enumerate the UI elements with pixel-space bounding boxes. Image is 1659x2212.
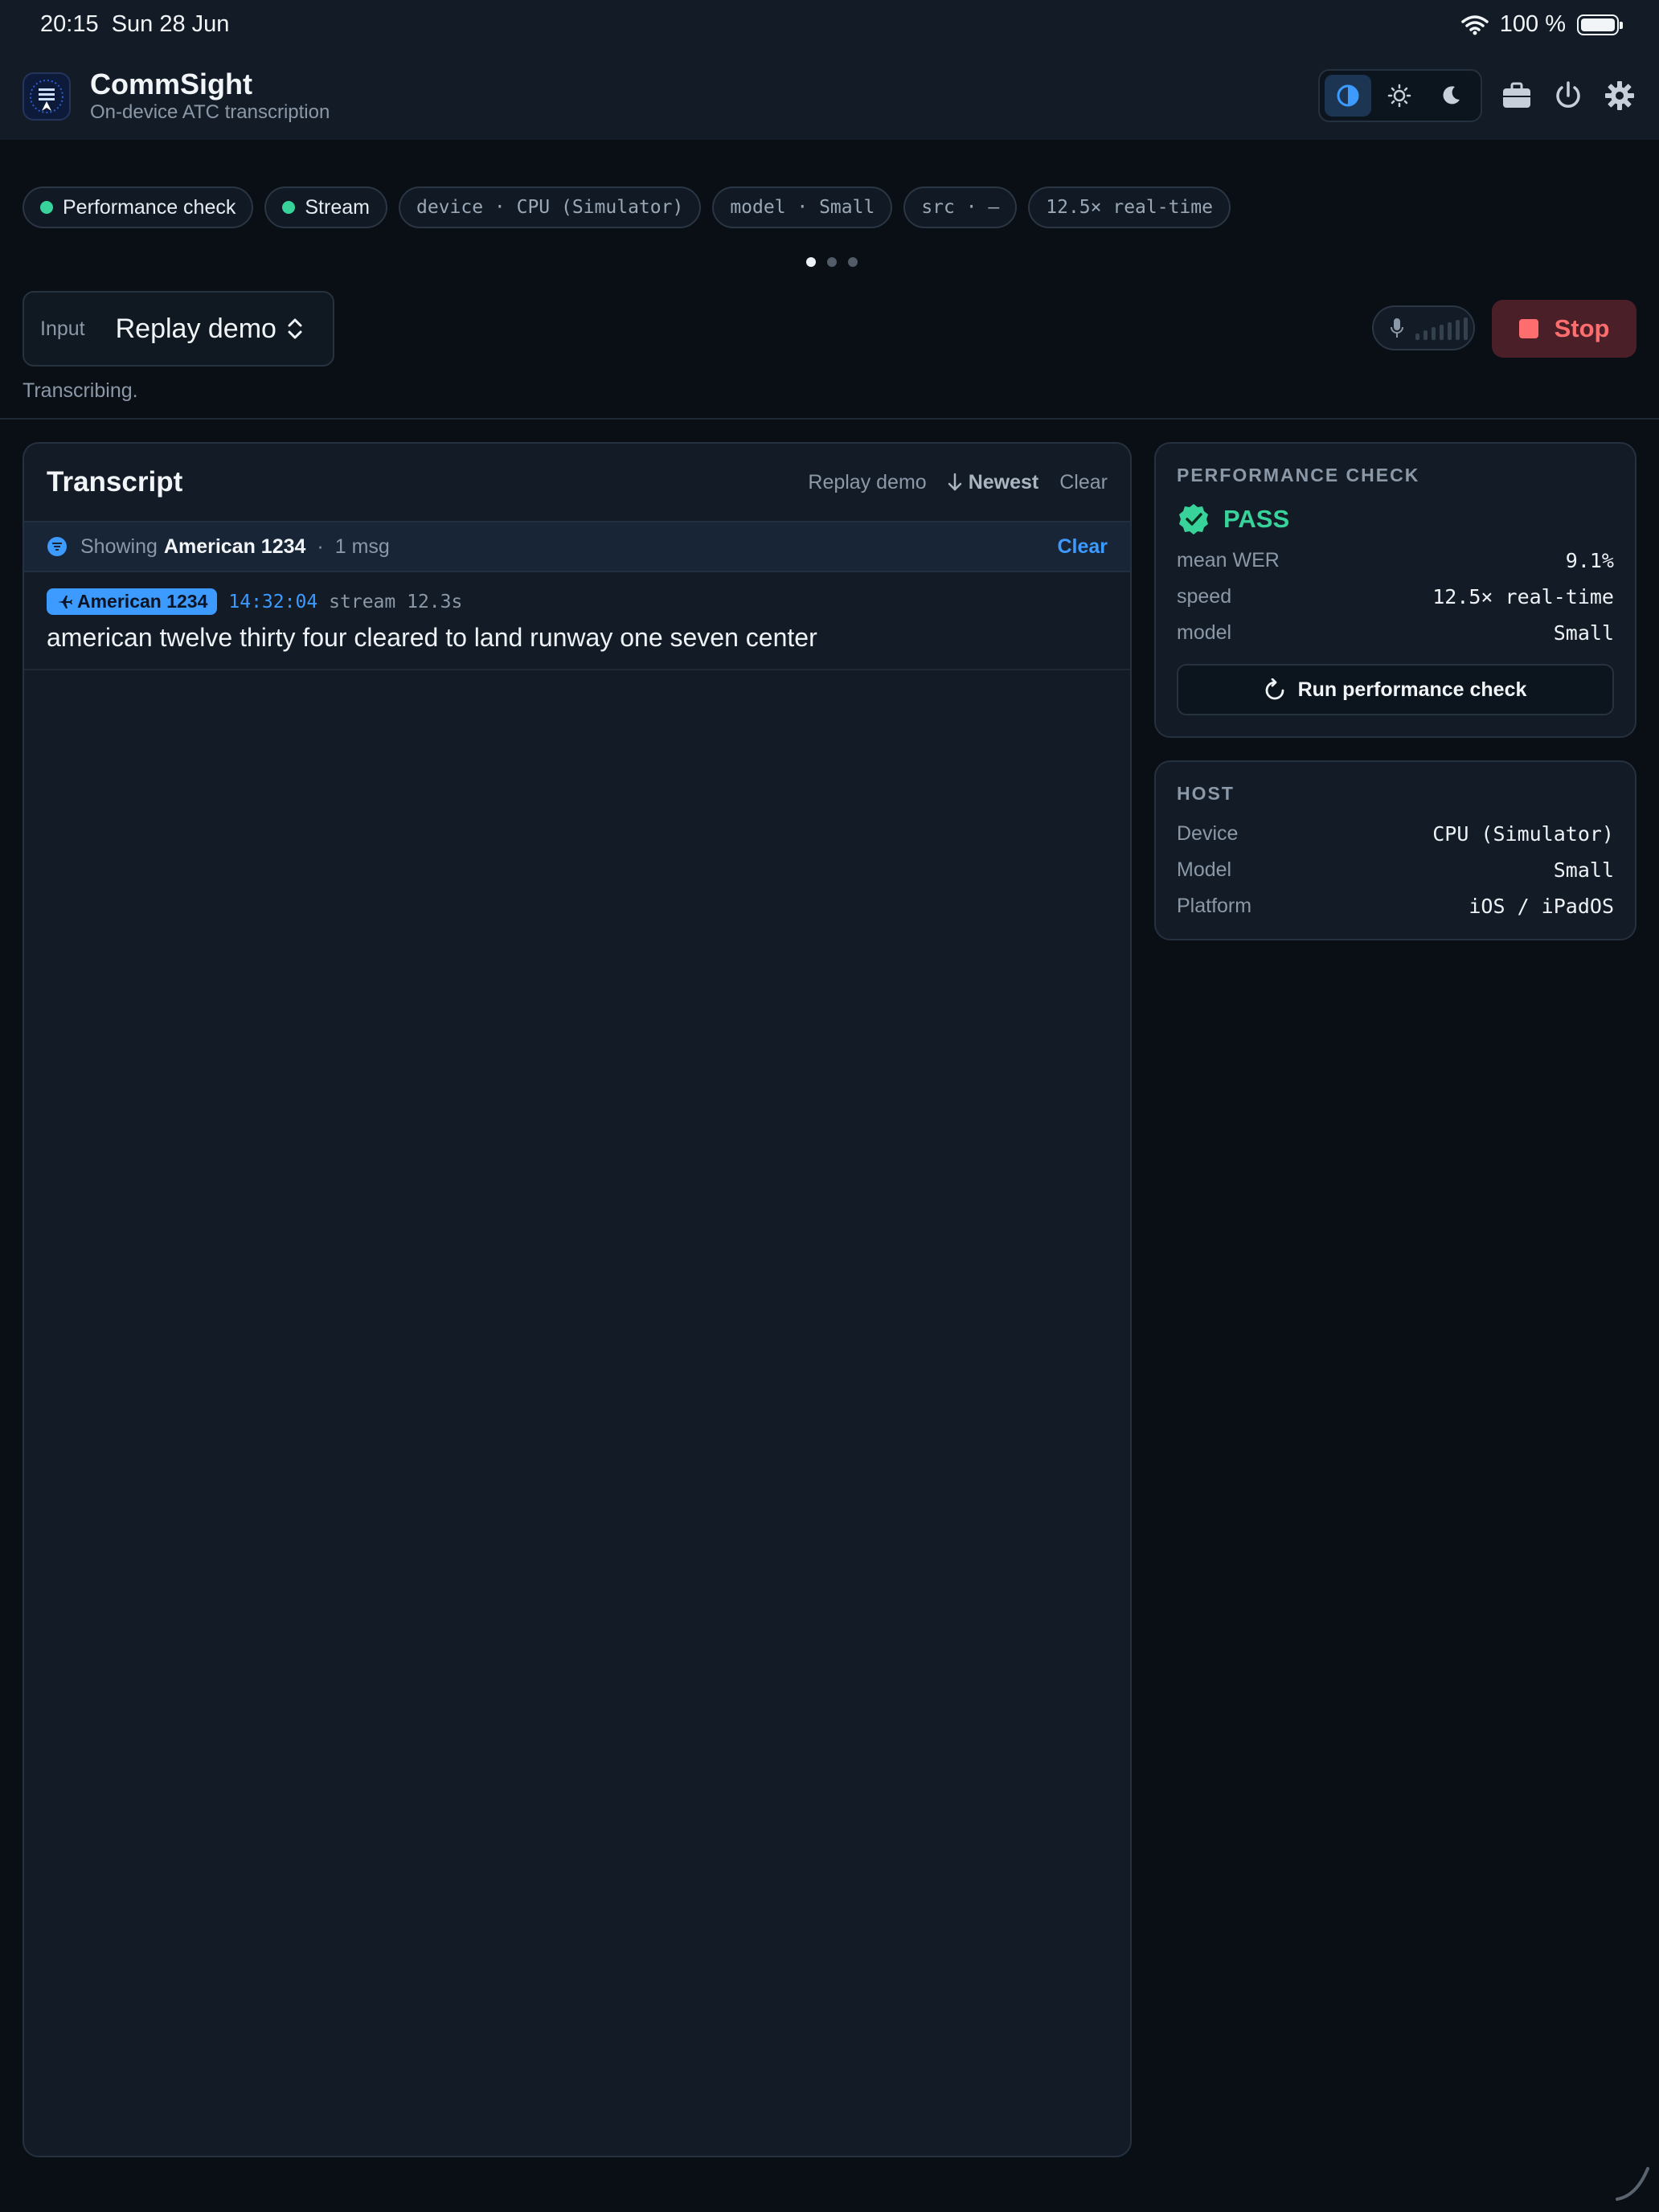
airplane-icon [58, 595, 72, 608]
theme-toggle [1318, 69, 1482, 122]
settings-button[interactable] [1603, 79, 1636, 113]
chip-device: device · CPU (Simulator) [398, 186, 702, 228]
status-chips: Performance check Stream device · CPU (S… [23, 186, 1231, 228]
card-heading: PERFORMANCE CHECK [1177, 465, 1420, 485]
input-value: Replay demo [115, 313, 276, 344]
filter-showing-label: Showing [80, 535, 158, 558]
resize-handle-icon[interactable] [1612, 2164, 1651, 2202]
message-source: stream 12.3s [329, 591, 463, 612]
sun-icon [1387, 84, 1411, 108]
moon-icon [1443, 86, 1460, 104]
page-dot [827, 257, 837, 267]
transcript-header: Transcript Replay demo Newest Clear [24, 444, 1130, 521]
chevron-up-down-icon [288, 318, 302, 339]
chip-model: model · Small [712, 186, 893, 228]
wifi-icon [1461, 14, 1489, 35]
briefcase-icon [1503, 82, 1530, 108]
chip-src: src · — [903, 186, 1018, 228]
stop-button[interactable]: Stop [1492, 300, 1636, 358]
status-indicators: 100 % [1461, 11, 1623, 38]
card-heading: HOST [1177, 783, 1235, 804]
section-divider [0, 418, 1659, 420]
verified-badge-icon [1179, 504, 1208, 535]
clear-filter-button[interactable]: Clear [1057, 535, 1108, 559]
stop-icon [1518, 319, 1538, 338]
host-row: Device CPU (Simulator) [1177, 822, 1614, 846]
chip-speed: 12.5× real-time [1028, 186, 1231, 228]
arrow-down-icon [948, 473, 961, 491]
run-performance-check-button[interactable]: Run performance check [1177, 664, 1614, 715]
separator: · [317, 535, 324, 558]
status-dot [40, 201, 53, 214]
host-row: Model Small [1177, 858, 1614, 882]
transcript-title: Transcript [47, 466, 183, 498]
message-timestamp: 14:32:04 [228, 591, 318, 612]
metric-row: mean WER 9.1% [1177, 549, 1614, 572]
input-source-picker[interactable]: Input Replay demo [23, 291, 334, 367]
page-indicator[interactable] [806, 257, 858, 267]
input-label: Input [40, 317, 85, 340]
message-text: american twelve thirty four cleared to l… [47, 623, 817, 652]
performance-check-card: PERFORMANCE CHECK PASS mean WER 9.1% spe… [1154, 442, 1636, 738]
chip-performance-check[interactable]: Performance check [23, 186, 254, 228]
replay-demo-button[interactable]: Replay demo [808, 471, 926, 494]
filter-callsign: American 1234 [163, 535, 306, 558]
metric-row: speed 12.5× real-time [1177, 585, 1614, 608]
message-meta: American 1234 14:32:04 stream 12.3s [47, 588, 1108, 615]
auto-theme-icon [1337, 84, 1359, 107]
theme-auto-button[interactable] [1325, 75, 1371, 117]
callsign-badge[interactable]: American 1234 [47, 588, 218, 615]
transcript-panel: Transcript Replay demo Newest Clear Show… [23, 442, 1132, 2157]
filter-count: 1 msg [334, 535, 390, 558]
refresh-icon [1265, 678, 1284, 700]
result-status: PASS [1223, 505, 1290, 533]
clear-transcript-button[interactable]: Clear [1059, 471, 1108, 494]
callsign-filter-bar: Showing American 1234 · 1 msg Clear [24, 521, 1130, 572]
metric-row: model Small [1177, 621, 1614, 645]
battery-percent: 100 % [1499, 11, 1566, 37]
transcription-status: Transcribing. [23, 379, 138, 402]
gear-icon [1605, 81, 1634, 110]
page-dot [848, 257, 858, 267]
mic-level-meter [1372, 305, 1475, 350]
power-button[interactable] [1551, 79, 1585, 113]
host-row: Platform iOS / iPadOS [1177, 895, 1614, 918]
sort-newest-button[interactable]: Newest [948, 471, 1038, 494]
app-logo [23, 72, 71, 121]
filter-icon [47, 537, 67, 556]
status-dot [282, 201, 296, 214]
battery-icon [1577, 14, 1623, 35]
power-icon [1556, 81, 1580, 108]
theme-dark-button[interactable] [1428, 75, 1474, 117]
app-title: CommSight [90, 68, 252, 100]
status-time: 20:15 Sun 28 Jun [40, 11, 230, 37]
chip-stream[interactable]: Stream [264, 186, 387, 228]
microphone-icon [1391, 318, 1403, 338]
briefcase-button[interactable] [1500, 79, 1534, 113]
page-dot [806, 257, 816, 267]
host-card: HOST Device CPU (Simulator) Model Small … [1154, 760, 1636, 940]
result-row: PASS [1177, 502, 1614, 536]
app-subtitle: On-device ATC transcription [90, 101, 330, 123]
theme-light-button[interactable] [1376, 75, 1423, 117]
transcript-message[interactable]: American 1234 14:32:04 stream 12.3s amer… [24, 572, 1130, 670]
